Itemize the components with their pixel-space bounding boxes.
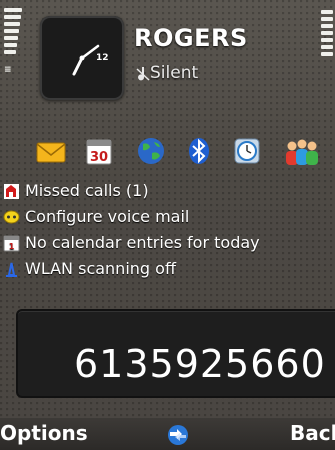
voicemail-icon <box>3 210 20 224</box>
notification-list: Missed calls (1) Configure voice mail 1 … <box>0 178 335 282</box>
calendar-icon[interactable]: 30 <box>82 134 116 168</box>
clock-hour-mark: 12 <box>96 53 109 63</box>
back-softkey[interactable]: Back <box>290 421 335 445</box>
active-profile[interactable]: Silent <box>150 63 198 83</box>
network-type-indicator: ≡ <box>4 65 12 75</box>
clock-icon[interactable] <box>230 134 264 168</box>
analog-clock[interactable]: 12 <box>40 16 124 100</box>
notification-text: Configure voice mail <box>25 207 190 226</box>
call-transfer-icon[interactable] <box>162 423 194 447</box>
bluetooth-icon[interactable] <box>182 134 216 168</box>
missed-call-icon <box>4 184 19 199</box>
silent-profile-icon <box>136 67 150 81</box>
operator-name: ROGERS <box>134 24 248 52</box>
dialed-number[interactable]: 6135925660 <box>74 342 326 386</box>
notification-wlan[interactable]: WLAN scanning off <box>0 256 335 282</box>
svg-text:30: 30 <box>90 150 108 165</box>
contacts-icon[interactable] <box>282 134 322 168</box>
messaging-icon[interactable] <box>34 134 68 168</box>
shortcut-bar: 30 <box>30 134 335 174</box>
battery-icon <box>321 10 335 90</box>
wlan-icon <box>6 262 17 277</box>
signal-strength-icon: ≡ <box>4 8 24 88</box>
clock-face-icon <box>72 44 100 76</box>
notification-text: Missed calls (1) <box>25 181 149 200</box>
home-screen: ≡ 12 ROGERS Silent 30 Missed calls (1) C… <box>0 0 335 450</box>
notification-text: No calendar entries for today <box>25 233 260 252</box>
notification-calendar[interactable]: 1 No calendar entries for today <box>0 230 335 256</box>
options-softkey[interactable]: Options <box>0 421 88 445</box>
svg-text:1: 1 <box>9 242 15 251</box>
notification-voicemail[interactable]: Configure voice mail <box>0 204 335 230</box>
notification-text: WLAN scanning off <box>25 259 176 278</box>
calendar-small-icon: 1 <box>3 235 20 252</box>
web-globe-icon[interactable] <box>134 134 168 168</box>
notification-missed-calls[interactable]: Missed calls (1) <box>0 178 335 204</box>
